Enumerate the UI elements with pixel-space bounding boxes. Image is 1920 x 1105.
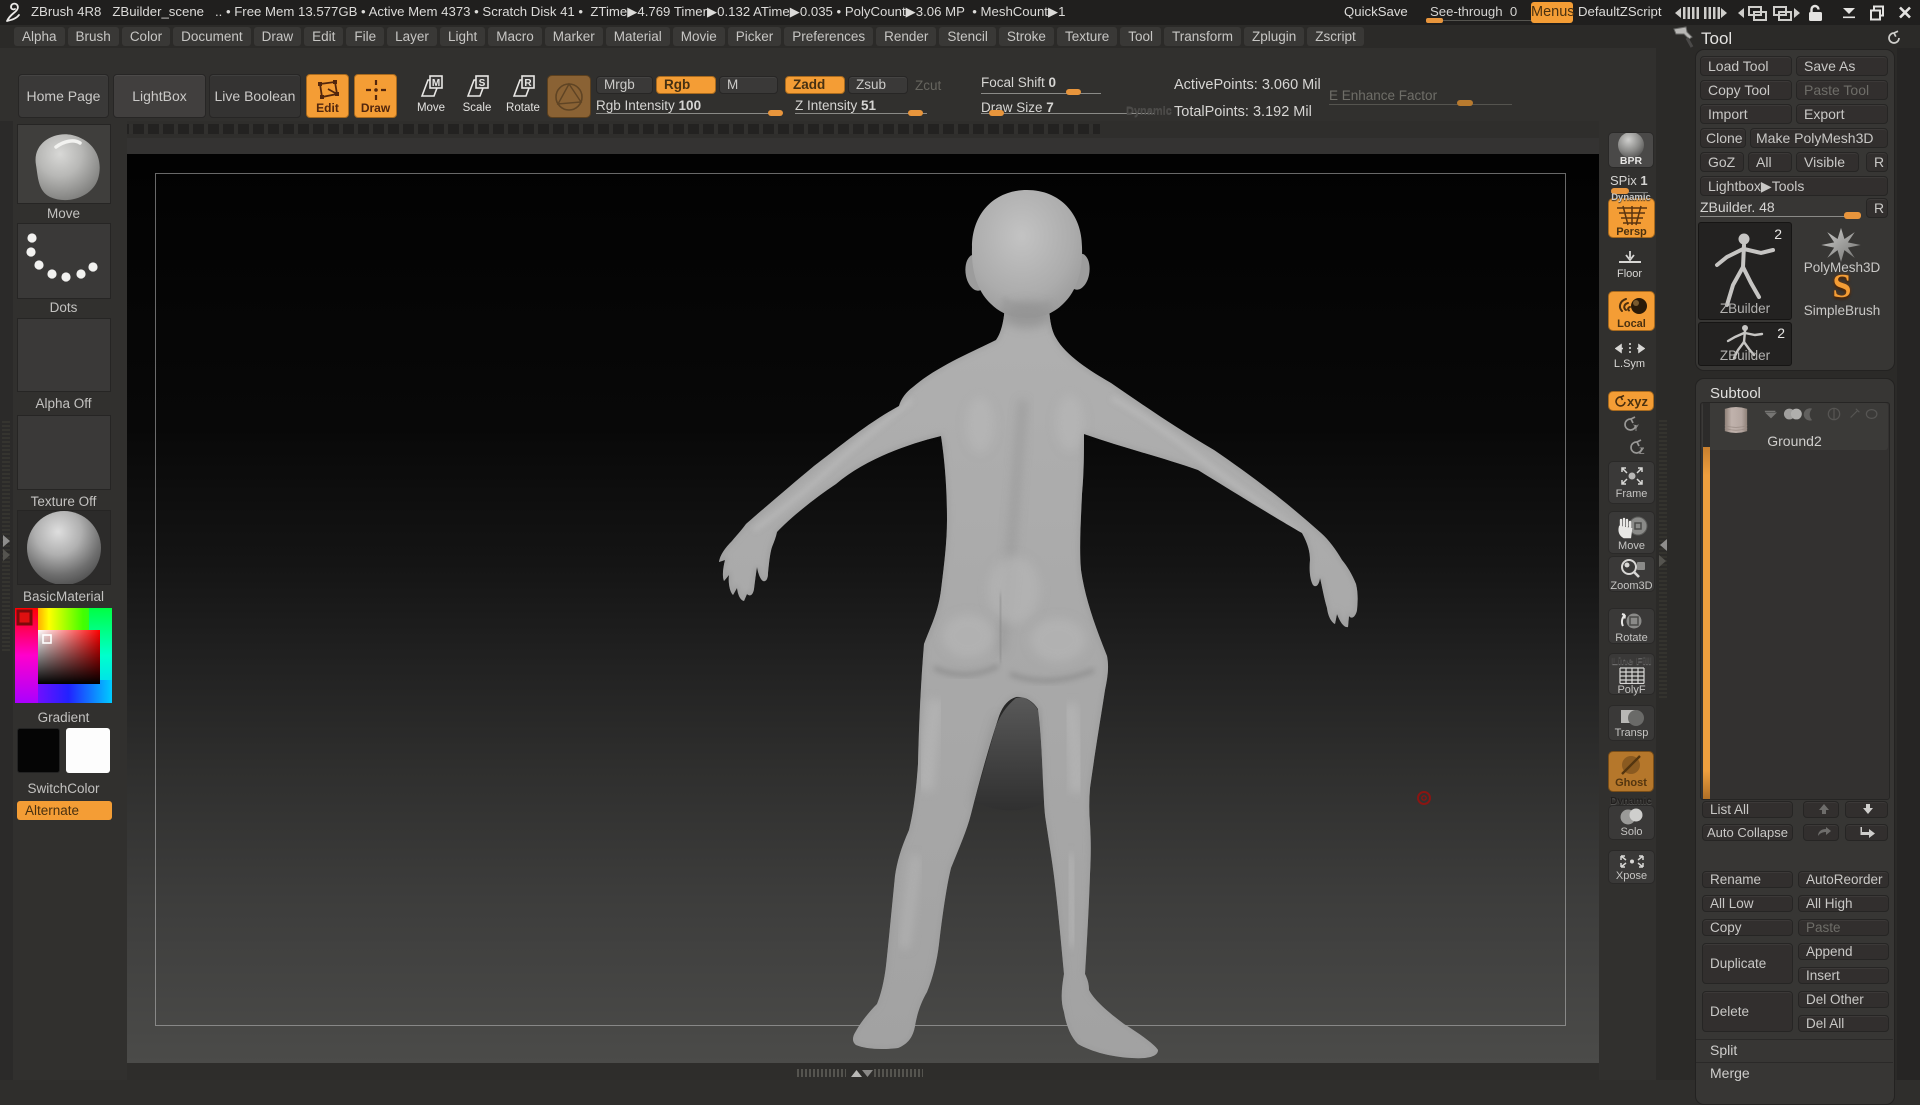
svg-text:Y: Y	[1633, 423, 1639, 432]
svg-text:BPR: BPR	[1620, 155, 1643, 167]
svg-text:S: S	[479, 78, 486, 89]
svg-text:2: 2	[1774, 226, 1782, 242]
svg-text:R: R	[524, 78, 532, 89]
svg-text:2: 2	[1777, 325, 1785, 341]
svg-text:M: M	[432, 78, 440, 89]
svg-text:Z: Z	[1639, 446, 1645, 455]
